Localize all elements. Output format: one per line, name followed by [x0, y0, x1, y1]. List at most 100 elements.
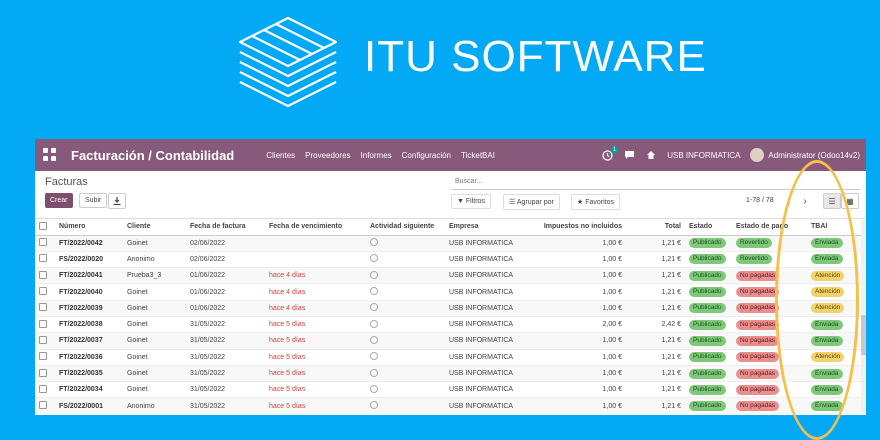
payment-state-badge: No pagadas [736, 384, 780, 395]
favorites-button[interactable]: ★ Favoritos [571, 194, 621, 210]
column-header[interactable]: Actividad siguiente [366, 219, 445, 236]
untaxed-amount: 1,00 € [529, 299, 626, 317]
row-checkbox[interactable] [35, 250, 55, 268]
column-header[interactable]: Fecha de vencimiento [265, 219, 366, 236]
table-row[interactable]: FT/2022/0034 Goinet 31/05/2022 hace 5 días U… [35, 381, 866, 398]
column-header[interactable]: Empresa [445, 219, 529, 236]
search-input[interactable] [451, 174, 860, 190]
messages-icon[interactable] [623, 149, 635, 161]
column-header[interactable]: Total [626, 219, 685, 236]
row-checkbox[interactable] [35, 299, 55, 317]
select-all-checkbox[interactable] [35, 219, 55, 236]
filters-button[interactable]: ▼ Filtros [451, 194, 491, 209]
user-menu[interactable]: Administrator (Odoo14v2) [750, 148, 860, 162]
next-activity[interactable] [366, 250, 445, 268]
table-row[interactable]: FT/2022/0038 Goinet 31/05/2022 hace 5 días U… [35, 315, 866, 333]
row-checkbox[interactable] [35, 234, 55, 252]
next-activity[interactable] [366, 299, 445, 317]
brand-header: ITU SOFTWARE [232, 8, 706, 118]
upload-button[interactable]: Subir [79, 193, 108, 208]
activity-clock-icon[interactable] [370, 287, 378, 296]
customer-name: Goinet [123, 348, 186, 366]
next-activity[interactable] [366, 381, 445, 398]
activity-clock-icon[interactable] [370, 352, 378, 361]
activity-clock-icon[interactable]: 1 [601, 146, 619, 161]
activity-clock-icon[interactable] [370, 254, 378, 263]
invoice-number: FS/2022/0020 [55, 250, 123, 268]
list-view-icon[interactable]: ☰ [823, 193, 841, 209]
column-header[interactable]: Estado de pago [732, 219, 807, 236]
column-header[interactable]: Fecha de factura [186, 219, 265, 236]
pager-value[interactable]: 1-78 / 78 [746, 197, 774, 204]
activity-clock-icon[interactable] [370, 401, 378, 410]
next-activity[interactable] [366, 397, 445, 415]
row-checkbox[interactable] [35, 283, 55, 301]
table-row[interactable]: FT/2022/0037 Goinet 31/05/2022 hace 5 días U… [35, 332, 866, 350]
invoice-date: 02/06/2022 [186, 234, 265, 252]
activity-clock-icon[interactable] [370, 319, 378, 328]
activity-clock-icon[interactable] [370, 303, 378, 312]
row-checkbox[interactable] [35, 397, 55, 415]
total-amount: 1,21 € [626, 267, 685, 284]
table-row[interactable]: FT/2022/0036 Goinet 31/05/2022 hace 5 días U… [35, 348, 866, 366]
menu-item-clientes[interactable]: Clientes [266, 151, 295, 160]
table-row[interactable]: FT/2022/0039 Goinet 01/06/2022 hace 4 días U… [35, 299, 866, 317]
activity-clock-icon[interactable] [370, 335, 378, 344]
row-checkbox[interactable] [35, 364, 55, 382]
apps-grid-icon[interactable] [43, 148, 57, 162]
payment-state-cell: No pagadas [732, 348, 807, 366]
next-activity[interactable] [366, 332, 445, 350]
table-row[interactable]: FT/2022/0041 Prueba3_3 01/06/2022 hace 4 dí… [35, 267, 866, 284]
state-badge: Publicado [689, 368, 726, 379]
table-row[interactable]: FT/2022/0035 Goinet 31/05/2022 hace 5 días U… [35, 364, 866, 382]
row-checkbox[interactable] [35, 348, 55, 366]
menu-item-configuracion[interactable]: Configuración [402, 151, 451, 160]
create-button[interactable]: Crear [45, 193, 73, 208]
customer-name: Goinet [123, 364, 186, 382]
total-amount: 1,21 € [626, 250, 685, 268]
table-row[interactable]: FT/2022/0042 Goinet 02/06/2022 USB INFORMAT… [35, 234, 866, 252]
home-icon[interactable] [645, 149, 657, 161]
stacked-layers-logo-icon [238, 16, 338, 108]
untaxed-amount: 2,00 € [529, 315, 626, 333]
column-header[interactable]: Impuestos no incluidos [529, 219, 626, 236]
activity-clock-icon[interactable] [370, 368, 378, 377]
activity-clock-icon[interactable] [370, 384, 378, 393]
menu-item-proveedores[interactable]: Proveedores [305, 151, 350, 160]
group-by-button[interactable]: ☰ Agrupar por [503, 194, 560, 210]
download-icon[interactable] [108, 193, 126, 209]
pager-next-icon[interactable]: › [797, 193, 813, 209]
row-checkbox[interactable] [35, 315, 55, 333]
next-activity[interactable] [366, 348, 445, 366]
tbai-cell: Enviada [807, 397, 866, 415]
state-cell: Publicado [685, 283, 732, 301]
payment-state-badge: No pagadas [736, 270, 780, 281]
row-checkbox[interactable] [35, 381, 55, 398]
column-header[interactable]: Número [55, 219, 123, 236]
table-row[interactable]: FS/2022/0020 Anonimo 02/06/2022 USB INFORMA… [35, 250, 866, 268]
next-activity[interactable] [366, 267, 445, 284]
menu-item-informes[interactable]: Informes [361, 151, 392, 160]
scrollbar[interactable] [861, 219, 866, 415]
next-activity[interactable] [366, 283, 445, 301]
column-header[interactable]: TBAI [807, 219, 866, 236]
next-activity[interactable] [366, 315, 445, 333]
row-checkbox[interactable] [35, 267, 55, 284]
activity-clock-icon[interactable] [370, 270, 378, 279]
column-header[interactable]: Estado [685, 219, 732, 236]
table-row[interactable]: FS/2022/0001 Anonimo 31/05/2022 hace 5 días… [35, 397, 866, 415]
table-row[interactable]: FT/2022/0040 Goinet 01/06/2022 hace 4 días U… [35, 283, 866, 301]
next-activity[interactable] [366, 234, 445, 252]
column-header[interactable]: Cliente [123, 219, 186, 236]
next-activity[interactable] [366, 364, 445, 382]
scrollbar-thumb[interactable] [861, 315, 866, 355]
menu-item-ticketbai[interactable]: TicketBAI [461, 151, 495, 160]
app-title[interactable]: Facturación / Contabilidad [71, 148, 234, 163]
payment-state-cell: No pagadas [732, 397, 807, 415]
total-amount: 1,21 € [626, 332, 685, 350]
row-checkbox[interactable] [35, 332, 55, 350]
company-switcher[interactable]: USB INFORMATICA [667, 151, 740, 160]
activity-clock-icon[interactable] [370, 238, 378, 247]
kanban-view-icon[interactable]: ▦ [841, 193, 859, 209]
pager-previous-icon[interactable]: ‹ [781, 193, 797, 209]
